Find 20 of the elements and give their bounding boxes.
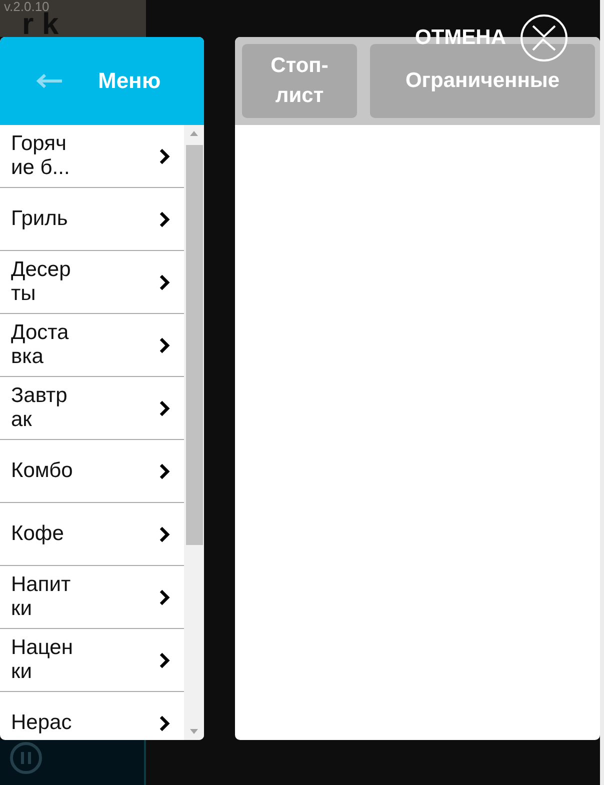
chevron-right-icon bbox=[159, 210, 170, 228]
scrollbar-thumb[interactable] bbox=[186, 145, 202, 545]
chevron-right-icon bbox=[159, 462, 170, 480]
pause-icon bbox=[10, 742, 42, 774]
chevron-right-icon bbox=[159, 714, 170, 732]
chevron-right-icon bbox=[159, 588, 170, 606]
chevron-right-icon bbox=[159, 336, 170, 354]
chevron-right-icon bbox=[159, 400, 170, 416]
menu-title: Меню bbox=[98, 68, 161, 94]
chevron-right-icon bbox=[159, 274, 170, 290]
scrollbar-track[interactable] bbox=[184, 125, 204, 740]
back-arrow-icon bbox=[36, 74, 62, 88]
close-icon bbox=[520, 14, 568, 62]
chevron-right-icon bbox=[159, 148, 170, 164]
version-label: v.2.0.10 bbox=[4, 0, 50, 13]
scroll-down-icon[interactable] bbox=[190, 729, 198, 734]
chevron-right-icon bbox=[159, 652, 170, 668]
back-button[interactable] bbox=[36, 74, 62, 88]
scroll-up-icon[interactable] bbox=[190, 131, 198, 136]
chevron-right-icon bbox=[159, 526, 170, 542]
